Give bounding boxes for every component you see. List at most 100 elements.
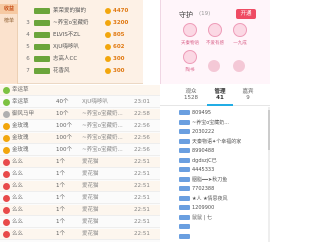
rank-points: 300 — [113, 56, 125, 62]
rank-user-name: ELVIS不ZL — [53, 32, 81, 38]
ranking-row[interactable]: 6 志高人CC 300 — [19, 54, 143, 64]
avatar[interactable] — [233, 60, 245, 72]
gift-sender[interactable]: 爱花猫 — [82, 229, 130, 240]
member-name: 809495 — [192, 110, 212, 116]
member-name: 2030222 — [192, 129, 215, 135]
gift-row: 么么 1个 爱花猫 22:51 — [0, 229, 160, 240]
guard-user-name: 不爱有感 — [206, 41, 224, 46]
guard-user[interactable]: 一九成 — [228, 23, 252, 55]
gift-count: 1个 — [56, 219, 65, 225]
tab-label: 观众 — [185, 89, 197, 95]
tab-admin[interactable]: 管理 41 — [207, 84, 233, 106]
gift-row: 金玫瑰 100个 ~养宝o宝藏奶... 22:56 — [0, 133, 160, 144]
member-badge — [179, 129, 190, 134]
gift-icon — [3, 159, 10, 166]
level-badge — [34, 8, 50, 14]
guard-user[interactable]: 陶书 — [178, 50, 202, 82]
ranking-row[interactable]: 5 XjU嗨哆叭 602 — [19, 42, 143, 52]
gift-sender[interactable]: ~养宝o宝藏奶... — [82, 145, 130, 156]
gift-icon — [3, 111, 10, 118]
member-row[interactable]: ~养宝o宝藏奶... — [179, 119, 265, 128]
gift-time: 22:51 — [134, 171, 150, 177]
gift-icon — [3, 99, 10, 106]
member-name: 胭脂━━➤秋刀鱼 — [192, 176, 228, 183]
gift-sender[interactable]: 爱花猫 — [82, 205, 130, 216]
guard-title: 守护 — [179, 11, 193, 19]
gift-count: 1个 — [56, 207, 65, 213]
coin-icon — [105, 20, 111, 26]
gift-icon — [3, 123, 10, 130]
gift-sender[interactable]: 爱花猫 — [82, 217, 130, 228]
ranking-row[interactable]: 7 花香风 300 — [19, 66, 143, 76]
rank-points: 805 — [113, 32, 125, 38]
tab-guest[interactable]: 嘉宾 9 — [235, 84, 261, 106]
member-row[interactable]: 2030222 — [179, 128, 265, 137]
member-row[interactable]: 4445333 — [179, 166, 265, 175]
gift-count: 100个 — [56, 123, 72, 129]
rank-tab-list[interactable]: 榜单 — [0, 16, 18, 26]
ranking-row[interactable]: 莱荣爱的猫的 4470 — [19, 6, 143, 16]
member-row[interactable]: 胭脂━━➤秋刀鱼 — [179, 176, 265, 185]
guard-user[interactable]: 不爱有感 — [203, 23, 227, 55]
tab-label: 嘉宾 — [242, 89, 254, 95]
gift-name: 么么 — [12, 231, 24, 237]
ranking-panel: 收益 榜单 莱荣爱的猫的 4470 3 ~养宝o宝藏奶 3200 4 ELVIS… — [0, 0, 143, 84]
gift-icon — [3, 87, 10, 94]
member-row[interactable]: 鼠鼠 | 七 — [179, 214, 265, 223]
gift-sender[interactable]: 爱花猫 — [82, 181, 130, 192]
gift-count: 1个 — [56, 195, 65, 201]
member-badge — [179, 186, 190, 191]
member-row[interactable] — [179, 223, 265, 232]
ranking-row[interactable]: 4 ELVIS不ZL 805 — [19, 30, 143, 40]
gift-time: 22:51 — [134, 219, 150, 225]
gift-count: 1个 — [56, 171, 65, 177]
gift-name: 幸运草 — [12, 87, 29, 93]
gift-name: 么么 — [12, 219, 24, 225]
gift-name: 幸运草 — [12, 99, 29, 105]
coin-icon — [105, 32, 111, 38]
gift-time: 22:51 — [134, 231, 150, 237]
rank-tab-income[interactable]: 收益 — [0, 4, 18, 14]
gift-sender[interactable]: XjU嗨哆叭 — [82, 97, 130, 108]
avatar — [183, 23, 197, 37]
member-row[interactable]: dgdszjC已 — [179, 157, 265, 166]
tab-audience[interactable]: 观众 1528 — [178, 84, 204, 106]
gift-icon — [3, 195, 10, 202]
guard-count: (19) — [199, 11, 211, 17]
member-row[interactable]: ★人 ★情思夜风 — [179, 195, 265, 204]
gift-sender[interactable]: 爱花猫 — [82, 157, 130, 168]
gift-sender[interactable]: 爱花猫 — [82, 169, 130, 180]
member-list: 809495 ~养宝o宝藏奶... 2030222 天秦物语✦个幸福的家 8990488… — [160, 107, 268, 242]
gift-row: 金玫瑰 100个 ~养宝o宝藏奶... 22:56 — [0, 145, 160, 156]
coin-icon — [105, 68, 111, 74]
member-row[interactable]: 809495 — [179, 109, 265, 118]
gift-time: 22:51 — [134, 183, 150, 189]
tab-count: 9 — [246, 95, 250, 101]
member-badge — [179, 110, 190, 115]
gift-time: 22:56 — [134, 135, 150, 141]
ranking-row[interactable]: 3 ~养宝o宝藏奶 3200 — [19, 18, 143, 28]
member-row[interactable]: 7702388 — [179, 185, 265, 194]
gift-row: 么么 1个 爱花猫 22:51 — [0, 193, 160, 204]
gift-time: 22:56 — [134, 147, 150, 153]
gift-sender[interactable]: 爱花猫 — [82, 193, 130, 204]
gift-sender[interactable]: ~养宝o宝藏奶... — [82, 121, 130, 132]
gift-sender[interactable]: ~养宝o宝藏奶... — [82, 133, 130, 144]
member-badge — [179, 148, 190, 153]
gift-row: 金玫瑰 100个 ~养宝o宝藏奶... 22:56 — [0, 121, 160, 132]
avatar[interactable] — [208, 60, 220, 72]
avatar — [233, 23, 247, 37]
member-row[interactable]: 8990488 — [179, 147, 265, 156]
tab-label: 管理 — [214, 89, 226, 95]
open-guard-button[interactable]: 开通 — [236, 9, 256, 19]
gift-count: 100个 — [56, 147, 72, 153]
rank-points: 300 — [113, 68, 125, 74]
scrollbar-thumb[interactable] — [268, 110, 270, 150]
gift-sender[interactable]: ~养宝o宝藏奶... — [82, 109, 130, 120]
member-row[interactable]: 天秦物语✦个幸福的家 — [179, 138, 265, 147]
member-row[interactable] — [179, 233, 265, 242]
gift-name: 么么 — [12, 207, 24, 213]
member-row[interactable]: 1209900 — [179, 204, 265, 213]
member-name: 1209900 — [192, 205, 215, 211]
level-badge — [34, 20, 50, 26]
